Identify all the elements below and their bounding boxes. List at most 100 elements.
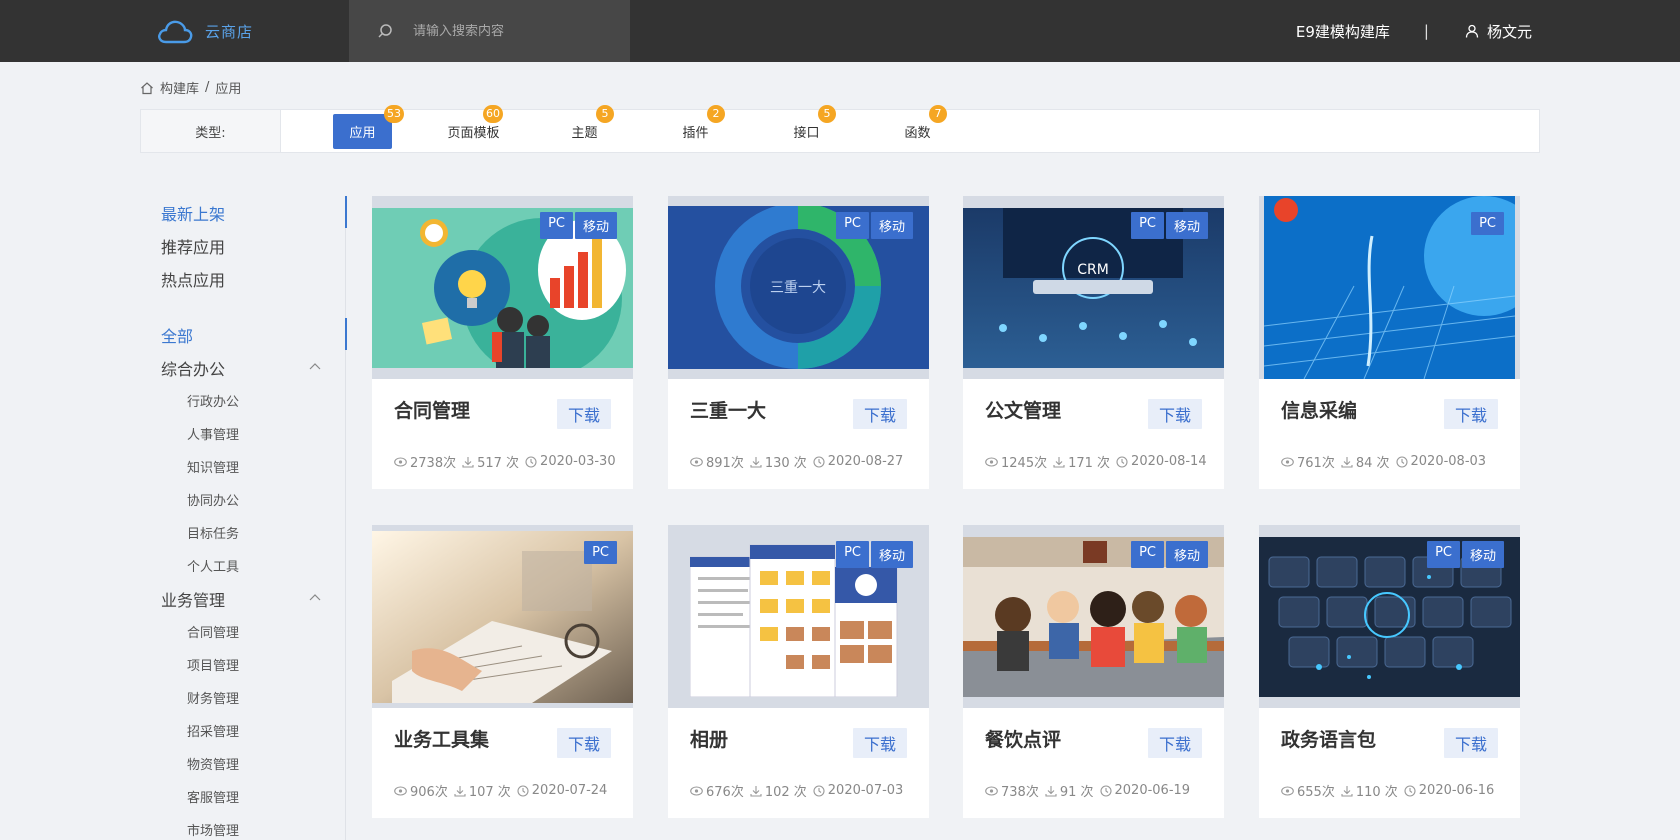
library-link[interactable]: E9建模构建库 [1296,21,1390,42]
view-count: 655次 [1297,785,1335,800]
tab-label: 页面模板 [447,125,500,141]
download-count: 517 次 [477,456,520,471]
download-icon [1341,456,1353,468]
card-title: 信息采编 [1281,400,1358,422]
publish-date: 2020-06-16 [1418,783,1495,798]
view-count: 891次 [706,456,744,471]
download-button[interactable]: 下载 [1443,399,1498,429]
download-count: 171 次 [1068,456,1111,471]
download-count: 91 次 [1059,785,1094,800]
download-button[interactable]: 下载 [1147,728,1202,758]
top-navbar: 云商店 E9建模构建库 | 杨文元 [0,0,1680,62]
sidebar-item-newest[interactable]: 最新上架 [140,196,347,229]
download-button[interactable]: 下载 [556,728,611,758]
card-stats: 738次 91 次 2020-06-19 [985,781,1196,800]
platform-tag: 移动 [1165,541,1208,568]
count-badge: 2 [707,104,725,123]
download-button[interactable]: 下载 [1443,728,1498,758]
sidebar-subitem[interactable]: 物资管理 [140,747,345,780]
tab-app[interactable]: 应用 53 [307,104,418,149]
clock-icon [813,784,825,797]
breadcrumb-root[interactable]: 构建库 [160,78,199,97]
category-sidebar: 最新上架 推荐应用 热点应用 全部 综合办公 行政办公 人事管理 知识管理 协同… [140,196,347,840]
platform-tag: PC [836,212,869,239]
sidebar-item-recommended[interactable]: 推荐应用 [140,229,345,262]
platform-tag: 移动 [1461,541,1504,568]
sidebar-subitem[interactable]: 目标任务 [140,516,345,549]
platform-tag: PC [1131,212,1164,239]
publish-date: 2020-03-30 [540,454,616,469]
search-input[interactable] [413,23,613,39]
app-card[interactable]: 三重一大 PC 移动 三重一大 下载 891次 130 次 2020-08-27 [668,196,929,489]
download-button[interactable]: 下载 [852,399,907,429]
sidebar-subitem[interactable]: 行政办公 [140,384,345,417]
clock-icon [813,455,825,468]
eye-icon [394,785,407,796]
download-count: 110 次 [1355,785,1398,800]
sidebar-subitem[interactable]: 客服管理 [140,780,345,813]
app-card[interactable]: PC 信息采编 下载 761次 84 次 2020-08-03 [1259,196,1520,489]
publish-date: 2020-08-27 [827,454,904,469]
card-stats: 761次 84 次 2020-08-03 [1281,452,1492,471]
download-icon [454,785,466,797]
sidebar-subitem[interactable]: 招采管理 [140,714,345,747]
download-button[interactable]: 下载 [1147,399,1202,429]
sidebar-subitem[interactable]: 知识管理 [140,450,345,483]
tab-function[interactable]: 函数 7 [862,104,973,149]
clock-icon [1404,784,1416,797]
app-thumbnail: PC [372,525,633,708]
search-box[interactable] [349,0,630,62]
sidebar-subitem[interactable]: 财务管理 [140,681,345,714]
sidebar-subitem[interactable]: 个人工具 [140,549,345,582]
app-card[interactable]: PC 移动 餐饮点评 下载 738次 91 次 2020-06-19 [963,525,1224,818]
publish-date: 2020-08-03 [1410,454,1487,469]
view-count: 738次 [1001,785,1039,800]
tab-interface[interactable]: 接口 5 [751,104,862,149]
sidebar-group-office[interactable]: 综合办公 [140,351,345,384]
group-label: 综合办公 [161,359,226,379]
user-menu[interactable]: 杨文元 [1465,21,1532,42]
app-thumbnail: PC [1259,196,1520,379]
sidebar-subitem[interactable]: 协同办公 [140,483,345,516]
view-count: 2738次 [410,456,457,471]
app-card[interactable]: PC 移动 政务语言包 下载 655次 110 次 2020-06-16 [1259,525,1520,818]
tab-page-template[interactable]: 页面模板 60 [418,104,529,149]
publish-date: 2020-08-14 [1131,454,1207,469]
tab-theme[interactable]: 主题 5 [529,104,640,149]
view-count: 676次 [706,785,744,800]
count-badge: 5 [818,104,836,123]
search-icon[interactable] [377,23,393,39]
sidebar-group-business[interactable]: 业务管理 [140,582,345,615]
app-logo[interactable]: 云商店 [157,17,253,45]
eye-icon [690,456,703,467]
clock-icon [517,784,529,797]
tab-label: 应用 [333,113,392,149]
download-button[interactable]: 下载 [852,728,907,758]
download-button[interactable]: 下载 [556,399,611,429]
sidebar-subitem[interactable]: 人事管理 [140,417,345,450]
sidebar-item-hot[interactable]: 热点应用 [140,262,345,295]
app-card[interactable]: PC 移动 合同管理 下载 2738次 517 次 2020-03-30 [372,196,633,489]
card-stats: 1245次 171 次 2020-08-14 [985,452,1213,471]
card-stats: 655次 110 次 2020-06-16 [1281,781,1500,800]
home-icon[interactable] [140,81,154,95]
count-badge: 53 [384,104,404,123]
download-count: 84 次 [1355,456,1390,471]
app-card[interactable]: CRM PC 移动 公文管理 下载 1245次 171 次 2020-08-14 [963,196,1224,489]
platform-tag: PC [836,541,869,568]
app-card[interactable]: PC 业务工具集 下载 906次 107 次 2020-07-24 [372,525,633,818]
sidebar-subitem[interactable]: 合同管理 [140,615,345,648]
sidebar-subitem[interactable]: 市场管理 [140,813,345,840]
app-card[interactable]: PC 移动 相册 下载 676次 102 次 2020-07-03 [668,525,929,818]
platform-tag: 移动 [574,212,617,239]
eye-icon [985,456,998,467]
tab-plugin[interactable]: 插件 2 [640,104,751,149]
group-label: 业务管理 [161,590,226,610]
eye-icon [394,456,407,467]
app-thumbnail: CRM PC 移动 [963,196,1224,379]
chevron-up-icon[interactable] [309,592,321,604]
sidebar-subitem[interactable]: 项目管理 [140,648,345,681]
download-icon [750,456,762,468]
chevron-up-icon[interactable] [309,361,321,373]
sidebar-item-all[interactable]: 全部 [140,318,347,351]
